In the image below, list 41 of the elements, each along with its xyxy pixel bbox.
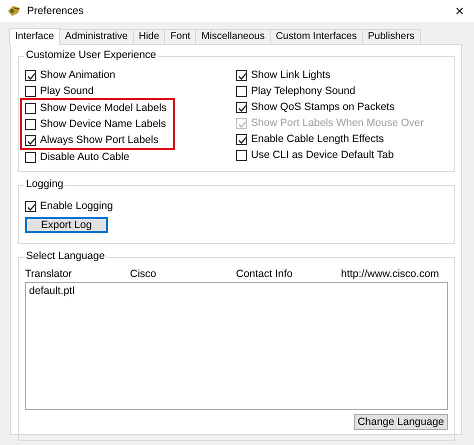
checkbox-label: Show Port Labels When Mouse Over xyxy=(251,117,424,129)
export-log-button[interactable]: Export Log xyxy=(25,217,108,233)
language-list[interactable]: default.ptl xyxy=(25,282,448,410)
checkbox-label: Play Sound xyxy=(40,85,94,97)
checkbox[interactable] xyxy=(25,200,36,212)
checkbox[interactable] xyxy=(25,102,36,114)
checkbox-label: Show Device Name Labels xyxy=(40,118,166,130)
close-button[interactable]: × xyxy=(453,4,466,18)
window-title: Preferences xyxy=(27,5,85,17)
checkbox[interactable] xyxy=(236,150,247,160)
checkbox-label: Disable Auto Cable xyxy=(40,151,130,163)
language-item[interactable]: default.ptl xyxy=(29,285,75,297)
group-title: Logging xyxy=(24,178,66,190)
app-icon xyxy=(7,5,21,17)
checkbox-label: Enable Cable Length Effects xyxy=(251,133,384,145)
checkbox-label: Show Device Model Labels xyxy=(40,102,167,114)
checkbox[interactable] xyxy=(25,152,36,162)
checkbox[interactable] xyxy=(25,118,36,130)
column-header: http://www.cisco.com xyxy=(341,268,440,280)
checkbox-label: Use CLI as Device Default Tab xyxy=(251,149,394,161)
checkbox[interactable] xyxy=(236,70,247,80)
checkbox[interactable] xyxy=(236,86,247,96)
checkbox-label: Enable Logging xyxy=(40,200,113,212)
checkbox-label: Always Show Port Labels xyxy=(40,134,158,146)
tab[interactable]: Interface xyxy=(9,28,60,45)
checkbox[interactable] xyxy=(236,134,247,144)
checkbox-label: Show Link Lights xyxy=(251,69,330,81)
change-language-button[interactable]: Change Language xyxy=(354,414,448,430)
checkbox[interactable] xyxy=(25,134,36,146)
checkbox-label: Show Animation xyxy=(40,69,116,81)
checkbox-label: Play Telephony Sound xyxy=(251,85,356,97)
checkbox[interactable] xyxy=(25,86,36,96)
checkbox[interactable] xyxy=(236,102,247,112)
group-title: Select Language xyxy=(24,250,107,262)
column-header: Cisco xyxy=(130,268,158,280)
checkbox[interactable] xyxy=(25,70,36,80)
column-header: Translator xyxy=(25,268,73,280)
tab[interactable]: Publishers xyxy=(362,29,421,44)
group-title: Customize User Experience xyxy=(24,49,158,61)
column-header: Contact Info xyxy=(236,268,294,280)
checkbox-label: Show QoS Stamps on Packets xyxy=(251,101,395,113)
